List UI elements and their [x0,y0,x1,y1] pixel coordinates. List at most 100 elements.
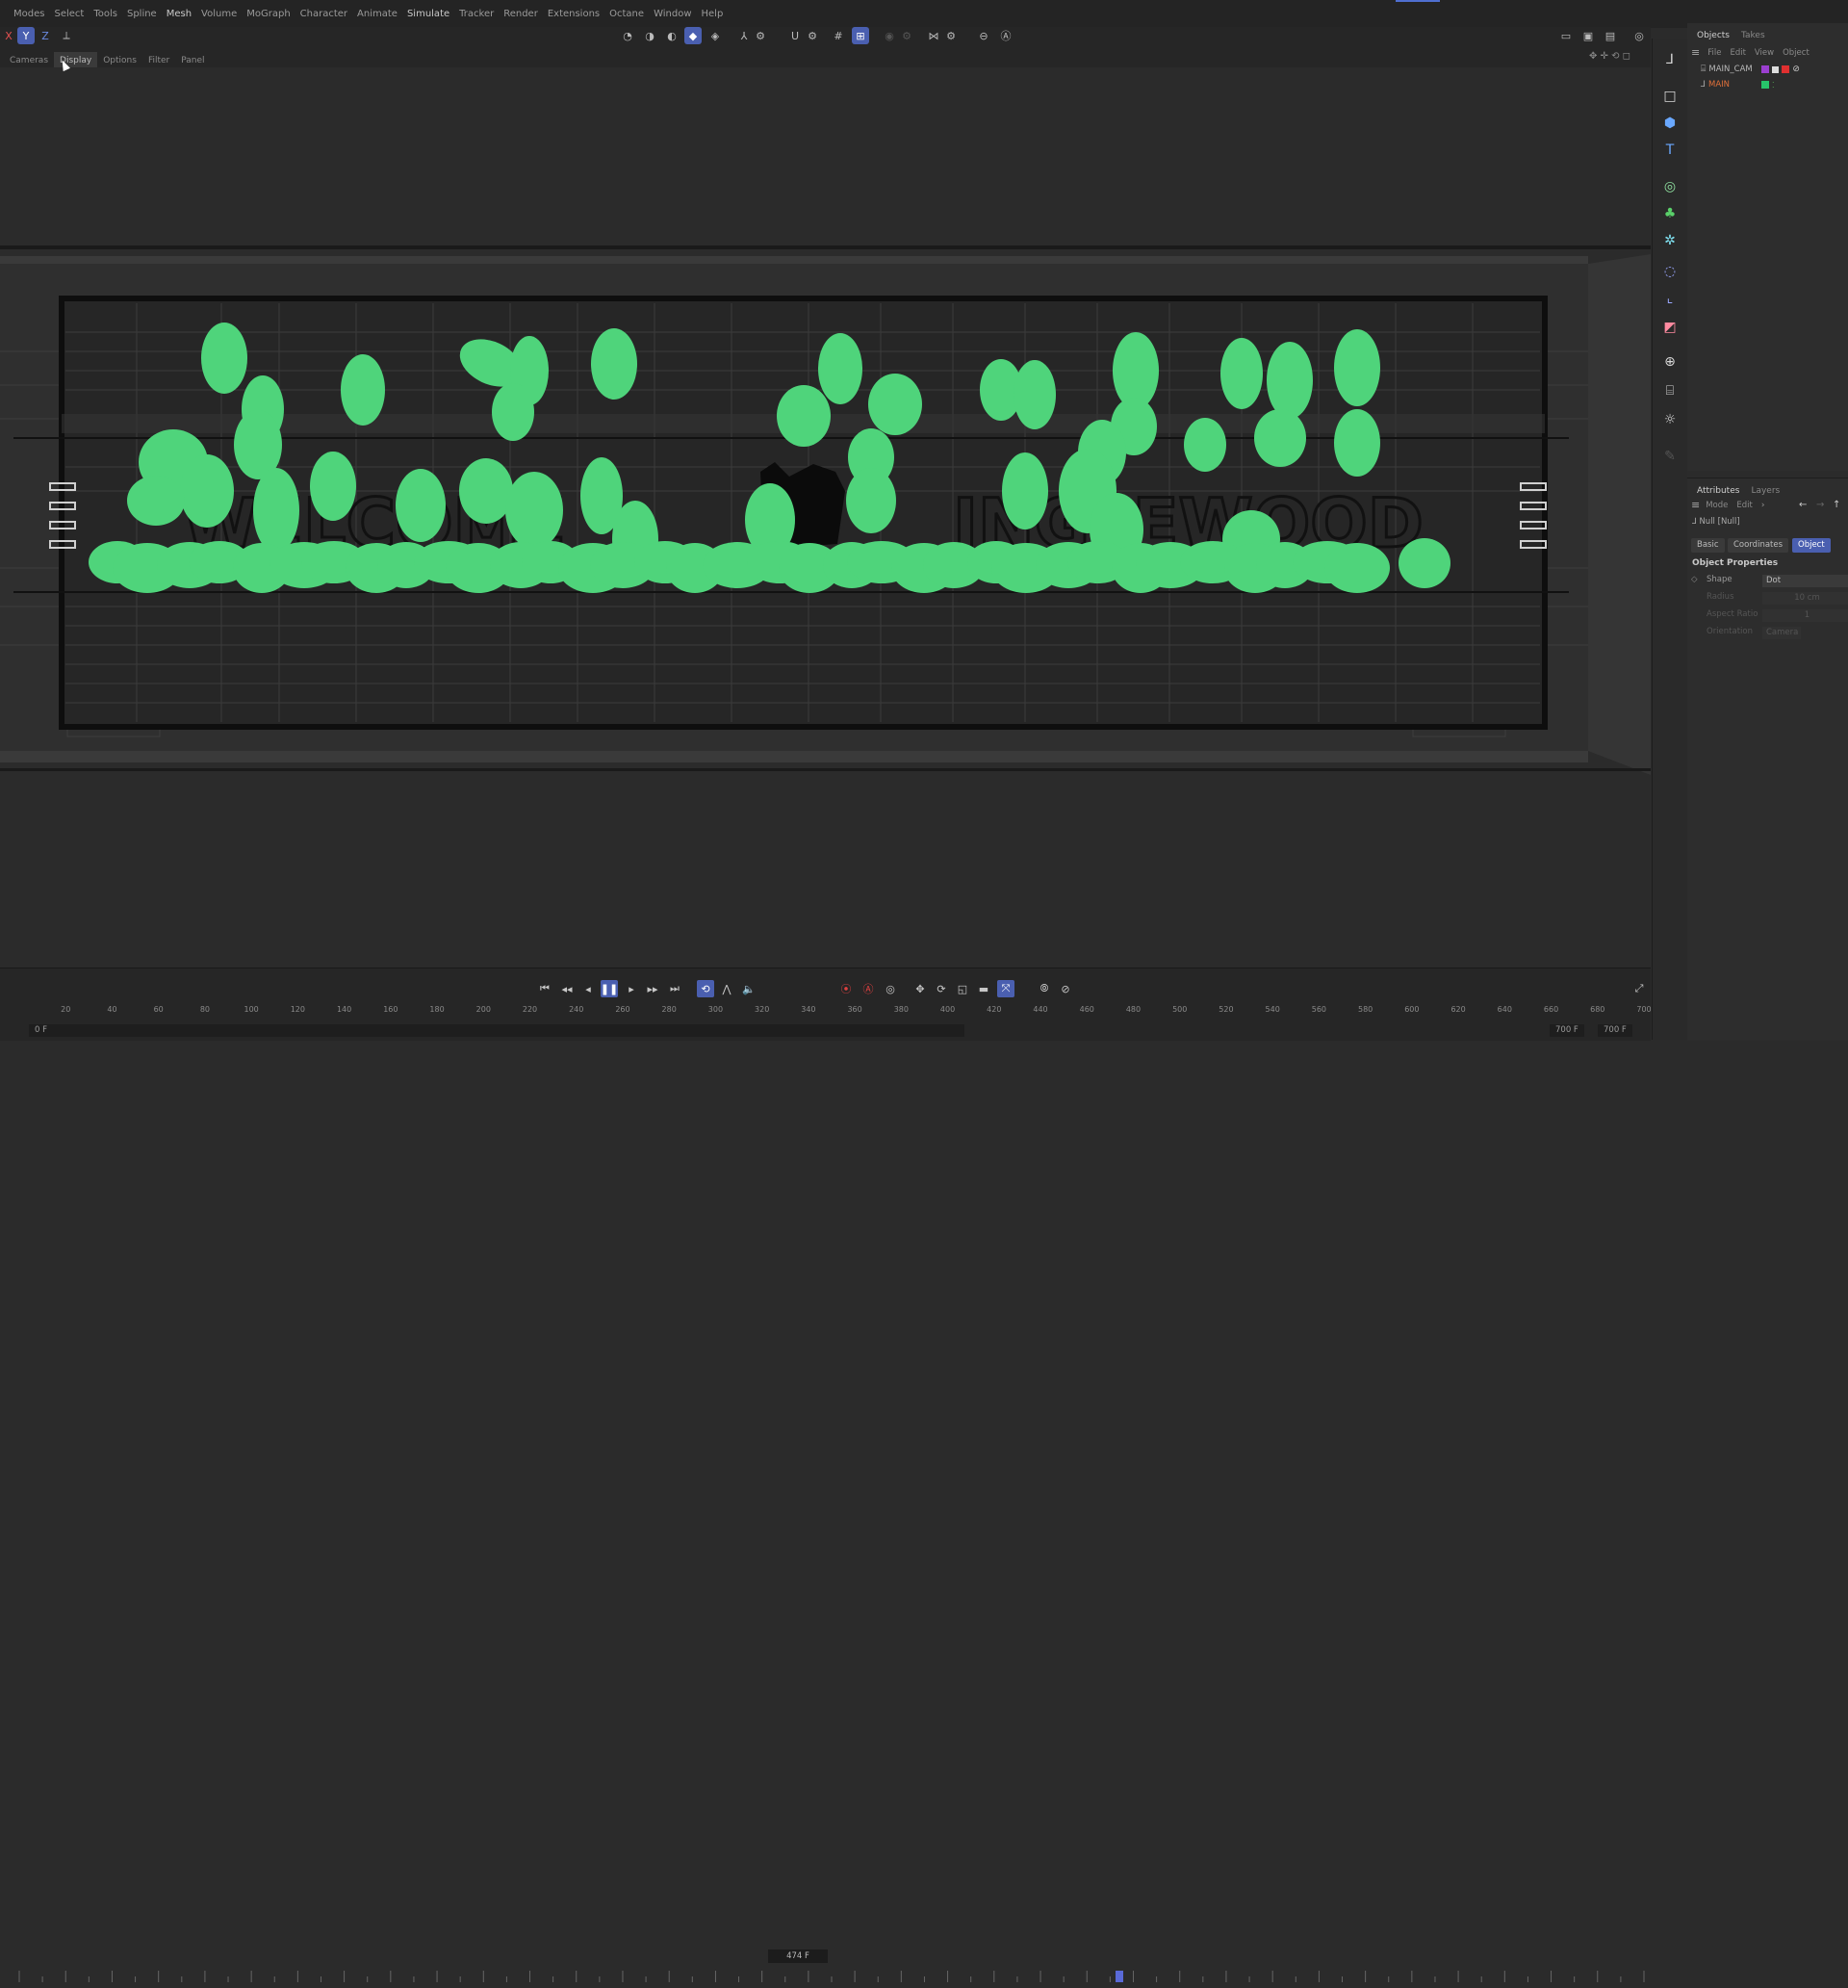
record-icon[interactable]: ⦿ [837,980,855,997]
environment-tool-icon[interactable]: ⊕ [1660,352,1680,372]
pause-button[interactable]: ❚❚ [601,980,618,997]
view-perspective-icon[interactable]: ◔ [619,27,636,44]
field-tool-icon[interactable]: ◌ [1660,262,1680,281]
playback-mode-icon[interactable]: ⋀ [718,980,735,997]
no-render-icon[interactable]: ⊘ [1792,65,1800,74]
axis-gizmo-icon[interactable]: ⅄ [735,27,753,44]
hamburger-icon[interactable]: ≡ [1691,499,1700,511]
magnet-settings-icon[interactable]: ⚙ [804,27,821,44]
light-tool-icon[interactable]: ☼ [1660,410,1680,429]
loop-button[interactable]: ⟲ [697,980,714,997]
menu-mesh[interactable]: Mesh [162,0,196,28]
end-frame-field[interactable]: 700 F [1550,1024,1584,1037]
grid-icon[interactable]: ⊞ [852,27,869,44]
key-scale-icon[interactable]: ◱ [954,980,971,997]
menu-tracker[interactable]: Tracker [454,0,499,28]
3d-viewport[interactable]: WELCOME INGLEWOOD [0,67,1651,968]
next-frame-icon[interactable]: ▸ [623,980,640,997]
render-region-icon[interactable]: ▭ [1557,27,1575,44]
visibility-dots-icon[interactable]: ⁚ [1772,81,1775,90]
key-position-icon[interactable]: ✥ [911,980,929,997]
attributes-menu-mode[interactable]: Mode [1706,501,1728,510]
menu-mograph[interactable]: MoGraph [242,0,295,28]
object-row-main[interactable]: ⅃ MAIN ⁚ [1701,80,1775,90]
previous-key-icon[interactable]: ◂◂ [558,980,576,997]
shape-dropdown[interactable]: Dot [1762,575,1848,587]
tab-takes[interactable]: Takes [1735,27,1771,44]
subtab-basic[interactable]: Basic [1691,538,1725,553]
up-arrow-icon[interactable]: ↑ [1833,500,1840,510]
menu-select[interactable]: Select [49,0,89,28]
objects-menu-view[interactable]: View [1755,48,1774,58]
camera-tool-icon[interactable]: ⌸ [1660,381,1680,400]
menu-tools[interactable]: Tools [89,0,122,28]
z-axis-button[interactable]: Z [37,27,54,44]
pen-tool-icon[interactable]: ✎ [1660,447,1680,466]
menu-volume[interactable]: Volume [196,0,242,28]
go-to-end-icon[interactable]: ⏭ [666,980,683,997]
timeline-ruler[interactable] [0,1965,1651,1984]
orientation-dropdown[interactable]: Camera [1762,627,1801,639]
symmetry-settings-icon[interactable]: ⚙ [942,27,960,44]
tab-attributes[interactable]: Attributes [1691,482,1745,500]
deformer-icon[interactable]: ✲ [1660,231,1680,250]
menu-simulate[interactable]: Simulate [402,0,454,28]
menu-animate[interactable]: Animate [352,0,402,28]
text-tool-icon[interactable]: T [1660,141,1680,160]
menu-render[interactable]: Render [499,0,543,28]
viewport-nav-icons[interactable]: ✥ ✛ ⟲ ◻ [1589,51,1630,62]
motion-system-icon[interactable]: ⦾ [1036,980,1053,997]
subtab-object[interactable]: Object [1792,538,1831,553]
camera-tag[interactable] [1782,65,1790,73]
back-arrow-icon[interactable]: ← [1799,500,1807,510]
subtab-coordinates[interactable]: Coordinates [1728,538,1789,553]
symmetry-icon[interactable]: ⋈ [925,27,942,44]
objects-menu-edit[interactable]: Edit [1730,48,1745,58]
picture-viewer-icon[interactable]: ▤ [1602,27,1619,44]
keyframe-dot-icon[interactable]: ◇ [1691,575,1698,584]
view-render-icon[interactable]: ◈ [706,27,724,44]
cube-tool-icon[interactable]: ⬢ [1660,114,1680,133]
previous-frame-icon[interactable]: ◂ [579,980,597,997]
menu-character[interactable]: Character [295,0,352,28]
attributes-menu-edit[interactable]: Edit [1736,501,1752,510]
mograph-cloner-icon[interactable]: ♣ [1660,204,1680,223]
aspect-ratio-field[interactable]: 1 [1762,609,1848,622]
y-axis-button[interactable]: Y [17,27,35,44]
hamburger-icon[interactable]: ≡ [1691,46,1700,59]
coordinate-system-icon[interactable]: ⟂ [58,27,75,44]
tab-layers[interactable]: Layers [1745,482,1785,500]
menu-octane[interactable]: Octane [604,0,649,28]
menu-window[interactable]: Window [649,0,696,28]
grid-snap-icon[interactable]: # [830,27,847,44]
view-cube-icon[interactable]: ◆ [684,27,702,44]
magnet-icon[interactable]: U [786,27,804,44]
generator-tool-icon[interactable]: ◎ [1660,177,1680,196]
object-row-main-cam[interactable]: ⌸ MAIN_CAM ⊘ [1701,65,1800,74]
graph-editor-icon[interactable]: ⤢ [1630,980,1648,997]
forward-arrow-icon[interactable]: → [1816,500,1824,510]
render-view-icon[interactable]: ▣ [1579,27,1597,44]
lock-workplane-icon[interactable]: Ⓐ [997,27,1014,44]
render-settings-icon[interactable]: ◎ [1630,27,1648,44]
x-axis-button[interactable]: X [0,27,17,44]
null-tool-icon[interactable]: ⅃ [1660,50,1680,69]
menu-extensions[interactable]: Extensions [543,0,604,28]
rectangle-tool-icon[interactable]: □ [1660,87,1680,106]
next-key-icon[interactable]: ▸▸ [644,980,661,997]
objects-menu-object[interactable]: Object [1783,48,1810,58]
radius-field[interactable]: 10 cm [1762,592,1848,605]
selection-tool-icon[interactable]: ⌞ [1660,289,1680,308]
view-front-icon[interactable]: ◑ [641,27,658,44]
tab-objects[interactable]: Objects [1691,27,1735,44]
objects-menu-file[interactable]: File [1707,48,1721,58]
menu-spline[interactable]: Spline [122,0,162,28]
go-to-start-icon[interactable]: ⏮ [536,980,553,997]
playhead[interactable] [1116,1971,1124,1982]
chevron-right-icon[interactable]: › [1761,501,1765,510]
timeline-settings-icon[interactable]: ⊘ [1057,980,1074,997]
keyframe-selection-icon[interactable]: ◎ [882,980,899,997]
visibility-tag[interactable] [1772,65,1780,73]
workplane-icon[interactable]: ⊖ [975,27,992,44]
key-pla-icon[interactable]: ⤧ [997,980,1014,997]
